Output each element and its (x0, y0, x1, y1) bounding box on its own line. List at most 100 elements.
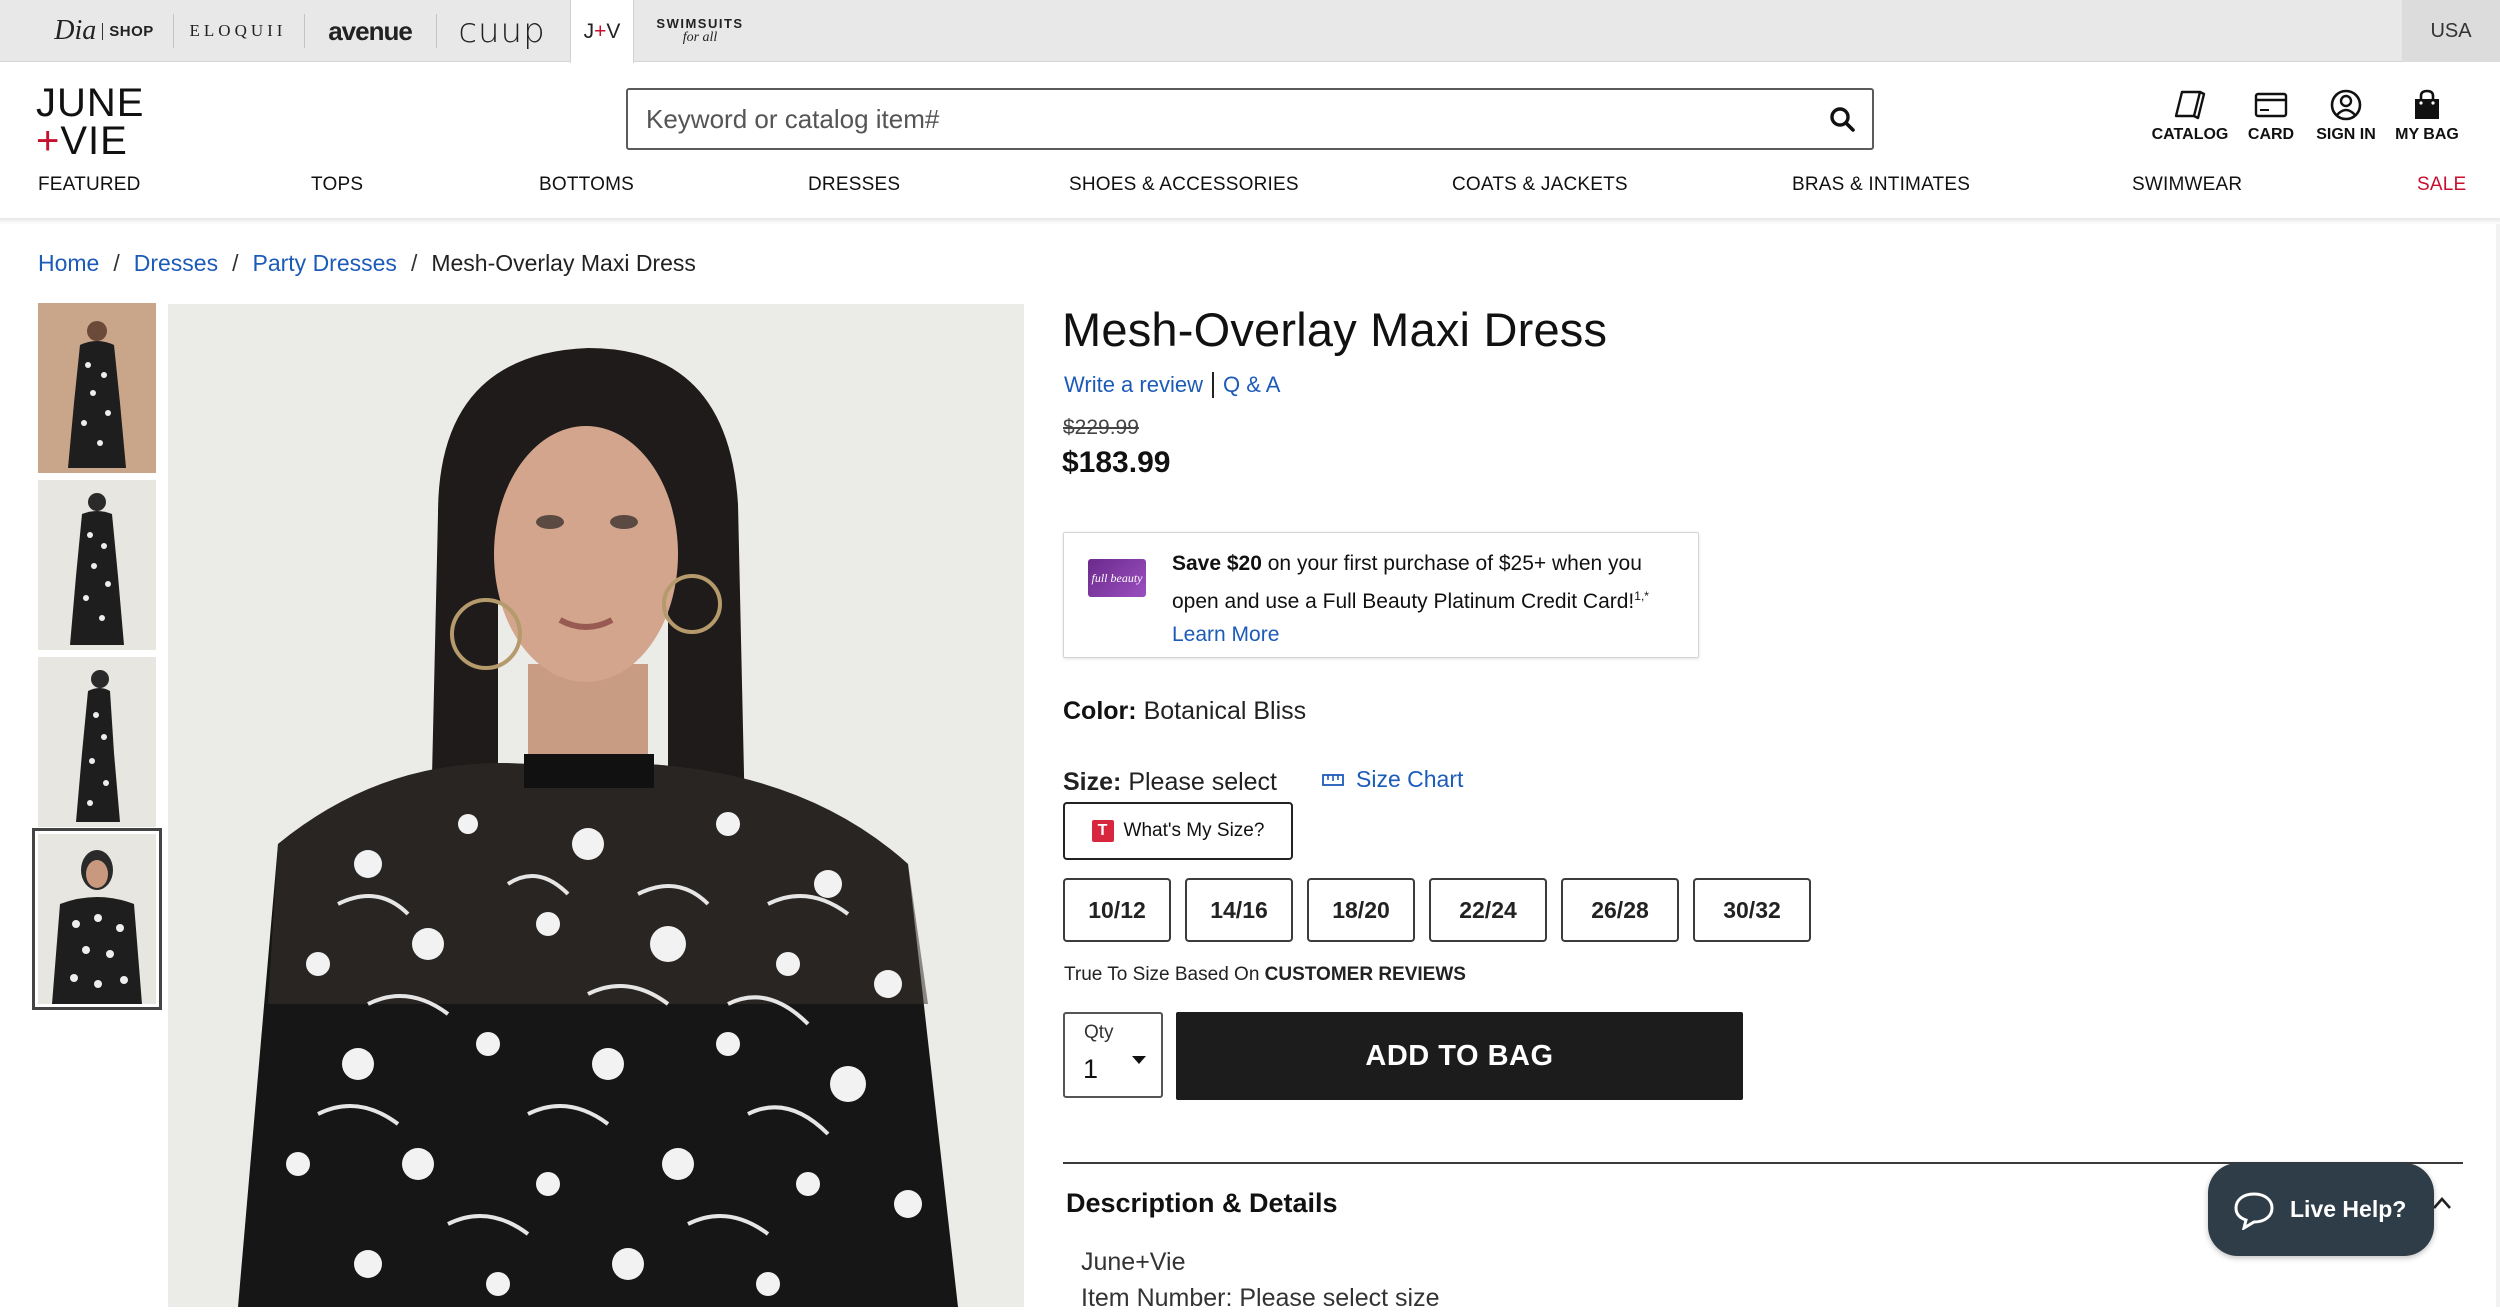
size-option[interactable]: 26/28 (1561, 878, 1679, 942)
chevron-up-icon[interactable] (2432, 1196, 2452, 1210)
brand-cuup[interactable]: CUUP (450, 0, 554, 62)
add-to-bag-button[interactable]: ADD TO BAG (1176, 1012, 1743, 1100)
search-button[interactable] (1812, 90, 1872, 148)
tts-text: True To Size Based On (1064, 964, 1265, 985)
breadcrumb-party-dresses[interactable]: Party Dresses (253, 250, 397, 277)
brand-swim-bottom: for all (682, 30, 718, 45)
quantity-select[interactable]: Qty 1 (1063, 1012, 1163, 1098)
nav-swimwear[interactable]: SWIMWEAR (2132, 174, 2242, 196)
size-chart-label: Size Chart (1356, 766, 1464, 792)
brand-divider (436, 14, 437, 48)
brand-swimsuits-for-all[interactable]: SWIMSUITS for all (650, 0, 750, 62)
description-brand: June+Vie (1081, 1248, 1186, 1276)
sale-price: $183.99 (1062, 446, 1171, 479)
live-help-button[interactable]: Live Help? (2208, 1163, 2434, 1256)
brand-cuup-label: CUUP (458, 11, 546, 51)
thumbnail-image (38, 480, 156, 650)
size-chart-link[interactable]: Size Chart (1322, 766, 1463, 793)
page-scrollbar[interactable] (2496, 224, 2500, 1307)
site-logo[interactable]: JUNE +VIE (36, 81, 146, 163)
breadcrumb-home[interactable]: Home (38, 250, 99, 277)
product-photo (168, 304, 1024, 1307)
live-help-label: Live Help? (2290, 1196, 2407, 1222)
brand-jv-right: V (606, 19, 621, 43)
breadcrumb: Home / Dresses / Party Dresses / Mesh-Ov… (38, 250, 696, 277)
size-option[interactable]: 30/32 (1693, 878, 1811, 942)
catalog-label: CATALOG (2151, 126, 2229, 143)
brand-jv-plus: + (594, 19, 607, 43)
brand-dia-name: Dia (54, 15, 97, 46)
color-value: Botanical Bliss (1143, 697, 1307, 725)
sign-in-label: SIGN IN (2316, 126, 2376, 143)
catalog-link[interactable]: CATALOG (2146, 88, 2234, 144)
country-selector[interactable]: USA (2402, 0, 2500, 62)
credit-card-promo: full beauty Save $20 on your first purch… (1063, 532, 1699, 658)
size-option[interactable]: 22/24 (1429, 878, 1547, 942)
promo-text: Save $20 on your first purchase of $25+ … (1172, 547, 1682, 651)
product-thumbnail-2[interactable] (38, 480, 156, 650)
divider (1211, 372, 1214, 398)
promo-bold: Save $20 (1172, 552, 1262, 575)
brand-eloquii[interactable]: ELOQUII (186, 0, 290, 62)
nav-sale[interactable]: SALE (2417, 174, 2466, 196)
search-input[interactable] (628, 90, 1812, 148)
logo-plus: + (36, 119, 61, 163)
card-label: CARD (2247, 126, 2295, 143)
description-item-number: Item Number: Please select size (1081, 1284, 1440, 1312)
brand-divider (173, 14, 174, 48)
learn-more-link[interactable]: Learn More (1172, 623, 1279, 646)
size-option[interactable]: 10/12 (1063, 878, 1171, 942)
nav-bras-intimates[interactable]: BRAS & INTIMATES (1792, 174, 1970, 196)
whats-my-size-button[interactable]: T What's My Size? (1063, 802, 1293, 860)
breadcrumb-current: Mesh-Overlay Maxi Dress (431, 250, 696, 276)
size-options: 10/12 14/16 18/20 22/24 26/28 30/32 (1063, 878, 1811, 942)
color-row: Color: Botanical Bliss (1063, 697, 1306, 726)
search-box (626, 88, 1874, 150)
qa-link[interactable]: Q & A (1223, 372, 1280, 398)
description-heading[interactable]: Description & Details (1066, 1188, 1338, 1219)
card-link[interactable]: CARD (2234, 88, 2308, 144)
my-bag-label: MY BAG (2395, 126, 2459, 143)
size-value: Please select (1128, 768, 1278, 796)
brand-dia-shop-label: SHOP (102, 22, 154, 40)
brand-june-vie[interactable]: J + V (570, 0, 634, 63)
my-bag-link[interactable]: MY BAG (2384, 88, 2470, 144)
brand-jv-left: J (583, 19, 595, 43)
thumbnail-image (38, 303, 156, 473)
nav-shoes-accessories[interactable]: SHOES & ACCESSORIES (1069, 174, 1299, 196)
product-thumbnail-4[interactable] (32, 828, 162, 1010)
caret-down-icon (1132, 1056, 1146, 1064)
nav-bottoms[interactable]: BOTTOMS (539, 174, 634, 196)
nav-coats-jackets[interactable]: COATS & JACKETS (1452, 174, 1628, 196)
logo-line1: JUNE (36, 81, 145, 125)
color-label: Color: (1063, 697, 1137, 725)
nav-featured[interactable]: FEATURED (38, 174, 141, 196)
customer-reviews-link[interactable]: CUSTOMER REVIEWS (1265, 964, 1466, 985)
shopping-bag-icon (2415, 89, 2439, 119)
review-links: Write a review Q & A (1064, 372, 1280, 398)
full-beauty-card-logo: full beauty (1088, 559, 1146, 597)
thumbnail-image (38, 657, 156, 827)
brand-dia-shop[interactable]: Dia SHOP (48, 0, 160, 62)
size-label: Size: (1063, 768, 1122, 796)
product-main-image[interactable] (168, 304, 1024, 1307)
nav-tops[interactable]: TOPS (311, 174, 363, 196)
breadcrumb-separator: / (410, 250, 418, 276)
thumbnail-image (38, 834, 156, 1004)
promo-footnote: 1,* (1634, 589, 1649, 603)
nav-dresses[interactable]: DRESSES (808, 174, 900, 196)
brand-bar: Dia SHOP ELOQUII avenue CUUP J + V SWIMSUI… (0, 0, 2500, 63)
brand-avenue[interactable]: avenue (318, 0, 422, 62)
size-option[interactable]: 18/20 (1307, 878, 1415, 942)
size-option[interactable]: 14/16 (1185, 878, 1293, 942)
write-review-link[interactable]: Write a review (1064, 372, 1203, 398)
product-thumbnail-3[interactable] (38, 657, 156, 827)
true-fit-icon: T (1091, 820, 1114, 842)
catalog-icon (2174, 90, 2206, 120)
breadcrumb-dresses[interactable]: Dresses (134, 250, 218, 277)
logo-line2: +VIE (36, 119, 146, 163)
logo-vie: VIE (60, 119, 128, 163)
sign-in-link[interactable]: SIGN IN (2308, 88, 2384, 144)
brand-swim-top: SWIMSUITS (656, 16, 744, 31)
product-thumbnail-1[interactable] (38, 303, 156, 473)
